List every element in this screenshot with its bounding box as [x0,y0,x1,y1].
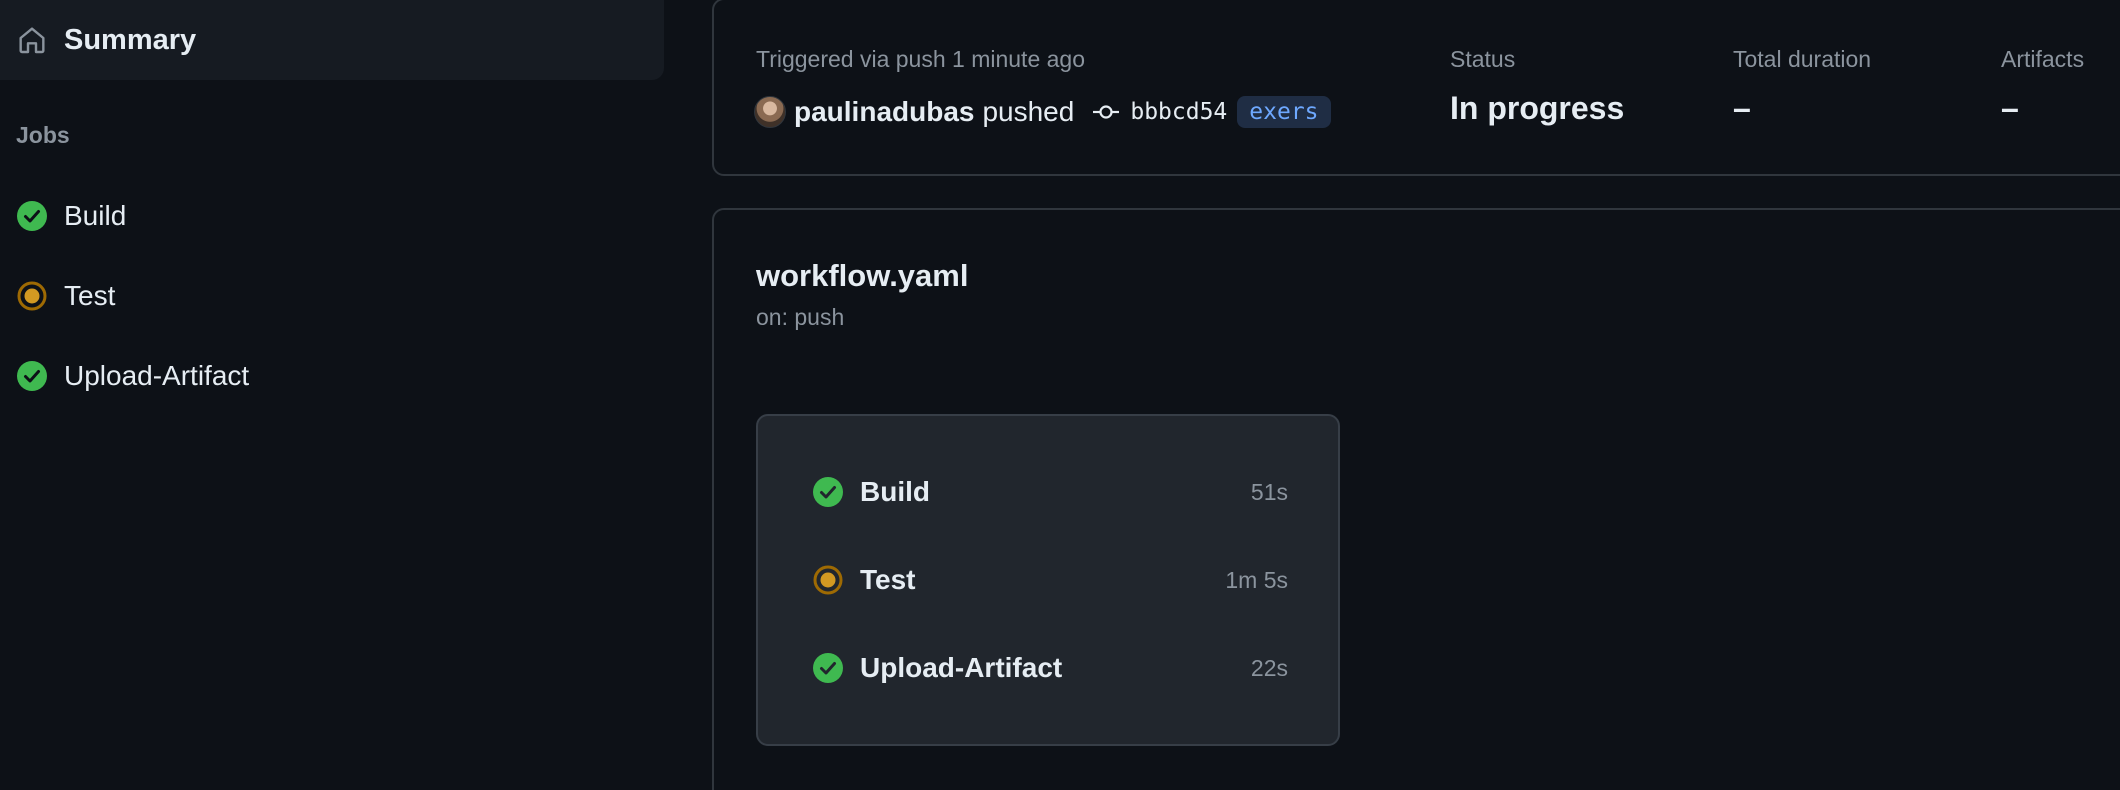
jobs-heading: Jobs [16,122,70,148]
check-circle-icon [16,360,48,392]
status-value: In progress [1450,90,1625,126]
job-duration: 22s [1250,654,1288,681]
check-circle-icon [812,476,844,508]
action-text: pushed [982,96,1075,127]
check-circle-icon [812,652,844,684]
job-name: Build [860,476,930,507]
job-name: Test [860,564,916,595]
sidebar-job-upload-artifact[interactable]: Upload-Artifact [0,344,664,408]
run-info-card: Triggered via push 1 minute ago paulinad… [712,0,2120,176]
total-duration-label: Total duration [1733,46,1872,72]
in-progress-icon [16,280,48,312]
sidebar-job-build[interactable]: Build [0,184,664,248]
sidebar-job-label: Build [64,200,127,231]
job-name: Upload-Artifact [860,652,1063,683]
workflow-run-page: Summary Jobs Build Test Upload-Artifact … [0,0,2120,790]
total-duration-value: – [1733,90,1751,126]
actor-link[interactable]: paulinadubas [794,96,974,128]
artifacts-value: – [2001,90,2019,126]
status-label: Status [1450,46,1516,72]
sidebar-job-test[interactable]: Test [0,264,664,328]
sidebar-job-label: Test [64,280,116,311]
workflow-trigger: on: push [756,304,845,330]
avatar[interactable] [754,96,786,128]
workflow-graph-card: workflow.yaml on: push Build 51s Test 1m… [712,208,2120,790]
trigger-description: Triggered via push 1 minute ago [756,46,1086,72]
workflow-file-name[interactable]: workflow.yaml [756,258,968,294]
sidebar-item-label: Summary [64,23,197,56]
job-duration: 1m 5s [1225,566,1288,593]
job-duration: 51s [1250,478,1288,505]
artifacts-label: Artifacts [2001,46,2085,72]
git-commit-icon [1092,102,1120,122]
push-details: paulinadubas pushed bbbcd54 exers [754,92,1331,132]
workflow-job-upload-artifact[interactable]: Upload-Artifact 22s [812,646,1288,690]
sidebar-item-summary[interactable]: Summary [0,0,664,80]
home-icon [16,24,48,56]
job-group-box: Build 51s Test 1m 5s Upload-Artifact 22s [756,414,1340,746]
workflow-job-test[interactable]: Test 1m 5s [812,558,1288,602]
sidebar-job-label: Upload-Artifact [64,360,250,391]
check-circle-icon [16,200,48,232]
branch-label[interactable]: exers [1237,96,1331,128]
in-progress-icon [812,564,844,596]
workflow-job-build[interactable]: Build 51s [812,470,1288,514]
commit-sha-link[interactable]: bbbcd54 [1130,99,1227,125]
run-sidebar: Summary Jobs Build Test Upload-Artifact [0,0,680,790]
